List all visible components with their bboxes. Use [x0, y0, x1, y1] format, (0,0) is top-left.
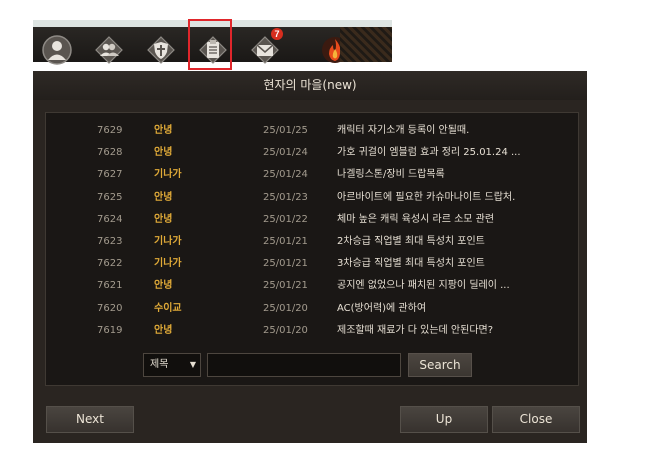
up-button[interactable]: Up: [400, 406, 488, 433]
post-row[interactable]: 7621 안녕 25/01/21 공지엔 없었으나 패치된 지팡이 딜레이 ...: [46, 275, 578, 297]
friends-icon[interactable]: [94, 35, 124, 65]
selection-highlight-box: [188, 19, 232, 70]
post-number: 7621: [97, 280, 123, 292]
post-row[interactable]: 7623 기나가 25/01/21 2차승급 직업별 최대 특성치 포인트: [46, 231, 578, 253]
post-date: 25/01/25: [263, 125, 308, 136]
post-number: 7628: [97, 147, 123, 159]
post-row[interactable]: 7619 안녕 25/01/20 제조할때 재료가 다 있는데 안된다면?: [46, 320, 578, 342]
post-number: 7629: [97, 125, 123, 136]
profile-icon[interactable]: [42, 35, 72, 65]
post-category: 수이교: [154, 302, 182, 314]
post-date: 25/01/20: [263, 324, 308, 336]
post-title: 체마 높은 캐릭 육성시 라르 소모 관련: [337, 213, 495, 225]
post-list-panel: 7629 안녕 25/01/25 캐릭터 자기소개 등록이 안될때. 7628 안녕 25/…: [45, 112, 579, 386]
post-row[interactable]: 7629 안녕 25/01/25 캐릭터 자기소개 등록이 안될때.: [46, 120, 578, 142]
post-row[interactable]: 7622 기나가 25/01/21 3차승급 직업별 최대 특성치 포인트: [46, 253, 578, 275]
post-title: 나겔링스톤/장비 드랍목록: [337, 169, 445, 181]
search-row: 제목 ▼ Search: [46, 351, 578, 379]
post-title: 제조할때 재료가 다 있는데 안된다면?: [337, 324, 494, 336]
post-number: 7620: [97, 302, 123, 314]
post-number: 7627: [97, 169, 123, 181]
post-row[interactable]: 7627 기나가 25/01/24 나겔링스톤/장비 드랍목록: [46, 164, 578, 186]
post-row[interactable]: 7620 수이교 25/01/20 AC(방어력)에 관하여: [46, 298, 578, 320]
post-category: 기나가: [154, 169, 182, 181]
post-number: 7624: [97, 213, 123, 225]
post-date: 25/01/20: [263, 302, 308, 314]
post-category: 안녕: [154, 125, 173, 136]
post-number: 7623: [97, 236, 123, 247]
close-button[interactable]: Close: [492, 406, 580, 433]
post-date: 25/01/21: [263, 280, 308, 292]
post-title: 가호 귀걸이 엠블럼 효과 정리 25.01.24 ...: [337, 147, 521, 159]
post-number: 7625: [97, 191, 123, 203]
post-category: 안녕: [154, 213, 173, 225]
search-field-selected: 제목: [150, 359, 169, 370]
post-row[interactable]: 7625 안녕 25/01/23 아르바이트에 필요한 카슈마나이트 드랍처.: [46, 187, 578, 209]
post-row[interactable]: 7628 안녕 25/01/24 가호 귀걸이 엠블럼 효과 정리 25.01.24 …: [46, 142, 578, 164]
post-date: 25/01/21: [263, 258, 308, 270]
post-title: 아르바이트에 필요한 카슈마나이트 드랍처.: [337, 191, 516, 203]
post-date: 25/01/23: [263, 191, 308, 203]
post-date: 25/01/24: [263, 147, 308, 159]
guild-shield-icon[interactable]: [146, 35, 176, 65]
post-number: 7622: [97, 258, 123, 270]
dialog-title: 현자의 마을(new): [33, 71, 587, 100]
post-category: 안녕: [154, 191, 173, 203]
bulletin-board-dialog: 현자의 마을(new) 7629 안녕 25/01/25 캐릭터 자기소개 등록이 안…: [33, 71, 587, 443]
post-category: 기나가: [154, 258, 182, 270]
post-row[interactable]: 7624 안녕 25/01/22 체마 높은 캐릭 육성시 라르 소모 관련: [46, 209, 578, 231]
post-title: 캐릭터 자기소개 등록이 안될때.: [337, 125, 470, 136]
mail-unread-badge: 7: [271, 28, 283, 40]
search-button[interactable]: Search: [408, 353, 472, 377]
background-texture: [340, 27, 392, 62]
post-category: 안녕: [154, 280, 173, 292]
chevron-down-icon: ▼: [189, 360, 196, 369]
post-number: 7619: [97, 324, 123, 336]
search-input[interactable]: [207, 353, 401, 377]
post-title: 3차승급 직업별 최대 특성치 포인트: [337, 258, 485, 270]
post-category: 기나가: [154, 236, 182, 247]
post-date: 25/01/22: [263, 213, 308, 225]
post-title: AC(방어력)에 관하여: [337, 302, 427, 314]
post-title: 공지엔 없었으나 패치된 지팡이 딜레이 ...: [337, 280, 510, 292]
post-category: 안녕: [154, 324, 173, 336]
post-date: 25/01/21: [263, 236, 308, 247]
post-title: 2차승급 직업별 최대 특성치 포인트: [337, 236, 485, 247]
post-date: 25/01/24: [263, 169, 308, 181]
search-field-select[interactable]: 제목 ▼: [143, 353, 201, 377]
next-button[interactable]: Next: [46, 406, 134, 433]
post-category: 안녕: [154, 147, 173, 159]
